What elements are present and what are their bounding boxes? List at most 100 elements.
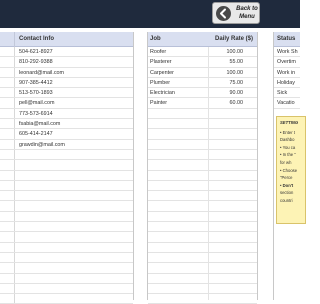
job-name-cell[interactable]: Carpenter — [150, 68, 174, 77]
job-row[interactable] — [148, 201, 257, 212]
contact-row[interactable]: 907-385-4412 — [0, 77, 133, 89]
daily-rate-cell[interactable]: 60.00 — [230, 98, 244, 107]
contact-row[interactable]: grawdin@mail.com — [0, 139, 133, 150]
contact-info-cell[interactable]: 504-621-8927 — [19, 47, 53, 56]
contact-row-blank-cell[interactable] — [0, 263, 15, 273]
contact-info-cell[interactable]: 605-414-2147 — [19, 129, 53, 138]
contact-row-blank-cell[interactable] — [0, 252, 15, 263]
contact-info-cell[interactable]: 810-292-9388 — [19, 57, 53, 66]
contact-row-blank-cell[interactable] — [0, 170, 15, 180]
contact-row[interactable] — [0, 252, 133, 264]
contact-row-blank-cell[interactable] — [0, 180, 15, 191]
contact-row[interactable]: 513-570-1893 — [0, 88, 133, 99]
job-row[interactable]: Electrician 90.00 — [148, 88, 257, 99]
daily-rate-cell[interactable]: 55.00 — [230, 57, 244, 66]
contact-row-blank-cell[interactable] — [0, 57, 15, 67]
status-row[interactable]: Work in — [274, 68, 300, 78]
job-name-cell[interactable]: Plumber — [150, 78, 170, 87]
job-row[interactable] — [148, 294, 257, 304]
back-to-menu-button[interactable]: Back to Menu — [212, 2, 260, 24]
contact-row-blank-cell[interactable] — [0, 232, 15, 242]
contact-row-blank-cell[interactable] — [0, 160, 15, 170]
job-row[interactable] — [148, 274, 257, 284]
contact-row[interactable] — [0, 149, 133, 161]
job-row[interactable] — [148, 119, 257, 130]
contact-row-blank-cell[interactable] — [0, 273, 15, 283]
contact-row-blank-cell[interactable] — [0, 77, 15, 88]
contact-row[interactable]: 605-414-2147 — [0, 129, 133, 140]
contact-row-blank-cell[interactable] — [0, 191, 15, 201]
job-row[interactable] — [148, 284, 257, 295]
contact-row[interactable] — [0, 232, 133, 243]
daily-rate-cell[interactable]: 100.00 — [227, 68, 244, 77]
job-row[interactable] — [148, 171, 257, 181]
contact-row-blank-cell[interactable] — [0, 129, 15, 139]
contact-row-blank-cell[interactable] — [0, 294, 15, 304]
contact-row-blank-cell[interactable] — [0, 88, 15, 98]
contact-row[interactable] — [0, 211, 133, 223]
contact-row[interactable]: leonard@mail.com — [0, 67, 133, 78]
contact-row-blank-cell[interactable] — [0, 283, 15, 294]
daily-rate-cell[interactable]: 90.00 — [230, 88, 244, 97]
job-name-cell[interactable]: Roofer — [150, 47, 166, 56]
job-row[interactable] — [148, 191, 257, 202]
job-row[interactable]: Plasterer 55.00 — [148, 57, 257, 68]
job-row[interactable] — [148, 140, 257, 150]
job-row[interactable] — [148, 109, 257, 120]
contact-row[interactable]: 504-621-8927 — [0, 47, 133, 58]
status-row[interactable]: Overtim — [274, 57, 300, 68]
job-row[interactable]: Painter 60.00 — [148, 98, 257, 109]
contact-info-cell[interactable]: pell@mail.com — [19, 98, 54, 107]
contact-row[interactable] — [0, 191, 133, 202]
contact-row-blank-cell[interactable] — [0, 211, 15, 222]
contact-row[interactable]: fsabia@mail.com — [0, 119, 133, 130]
contact-row-blank-cell[interactable] — [0, 119, 15, 129]
contact-info-cell[interactable]: 907-385-4412 — [19, 78, 53, 87]
contact-row[interactable] — [0, 180, 133, 192]
contact-info-cell[interactable]: 513-570-1893 — [19, 88, 53, 97]
status-row[interactable]: Work Sh — [274, 47, 300, 58]
contact-row-blank-cell[interactable] — [0, 242, 15, 252]
daily-rate-cell[interactable]: 75.00 — [230, 78, 244, 87]
contact-row[interactable] — [0, 201, 133, 212]
contact-row[interactable]: 810-292-9388 — [0, 57, 133, 68]
contact-row-blank-cell[interactable] — [0, 149, 15, 160]
contact-info-cell[interactable]: grawdin@mail.com — [19, 140, 65, 149]
contact-row[interactable] — [0, 160, 133, 171]
job-name-cell[interactable]: Painter — [150, 98, 167, 107]
contact-row-blank-cell[interactable] — [0, 67, 15, 77]
job-name-cell[interactable]: Electrician — [150, 88, 175, 97]
status-row[interactable]: Vacatio — [274, 98, 300, 109]
contact-row[interactable] — [0, 294, 133, 304]
contact-row-blank-cell[interactable] — [0, 201, 15, 211]
job-row[interactable] — [148, 160, 257, 171]
contact-info-cell[interactable]: leonard@mail.com — [19, 68, 64, 77]
job-name-cell[interactable]: Plasterer — [150, 57, 172, 66]
job-row[interactable] — [148, 181, 257, 192]
job-row[interactable] — [148, 253, 257, 264]
job-row[interactable] — [148, 263, 257, 274]
status-row[interactable]: Holiday — [274, 78, 300, 89]
contact-row-blank-cell[interactable] — [0, 108, 15, 119]
job-row[interactable]: Carpenter 100.00 — [148, 68, 257, 78]
contact-row[interactable]: 773-573-6914 — [0, 108, 133, 120]
status-row[interactable]: Sick — [274, 88, 300, 99]
job-row[interactable]: Plumber 75.00 — [148, 78, 257, 89]
daily-rate-cell[interactable]: 100.00 — [227, 47, 244, 56]
job-row[interactable] — [148, 129, 257, 140]
contact-row[interactable] — [0, 222, 133, 233]
contact-row[interactable]: pell@mail.com — [0, 98, 133, 109]
job-row[interactable] — [148, 232, 257, 243]
contact-row-blank-cell[interactable] — [0, 98, 15, 108]
contact-row[interactable] — [0, 242, 133, 253]
job-row[interactable] — [148, 212, 257, 223]
job-row[interactable] — [148, 243, 257, 253]
job-row[interactable] — [148, 222, 257, 233]
contact-row[interactable] — [0, 273, 133, 284]
job-row[interactable]: Roofer 100.00 — [148, 47, 257, 58]
contact-row[interactable] — [0, 263, 133, 274]
contact-row[interactable] — [0, 170, 133, 181]
contact-row-blank-cell[interactable] — [0, 222, 15, 232]
contact-row-blank-cell[interactable] — [0, 139, 15, 149]
contact-row[interactable] — [0, 283, 133, 295]
